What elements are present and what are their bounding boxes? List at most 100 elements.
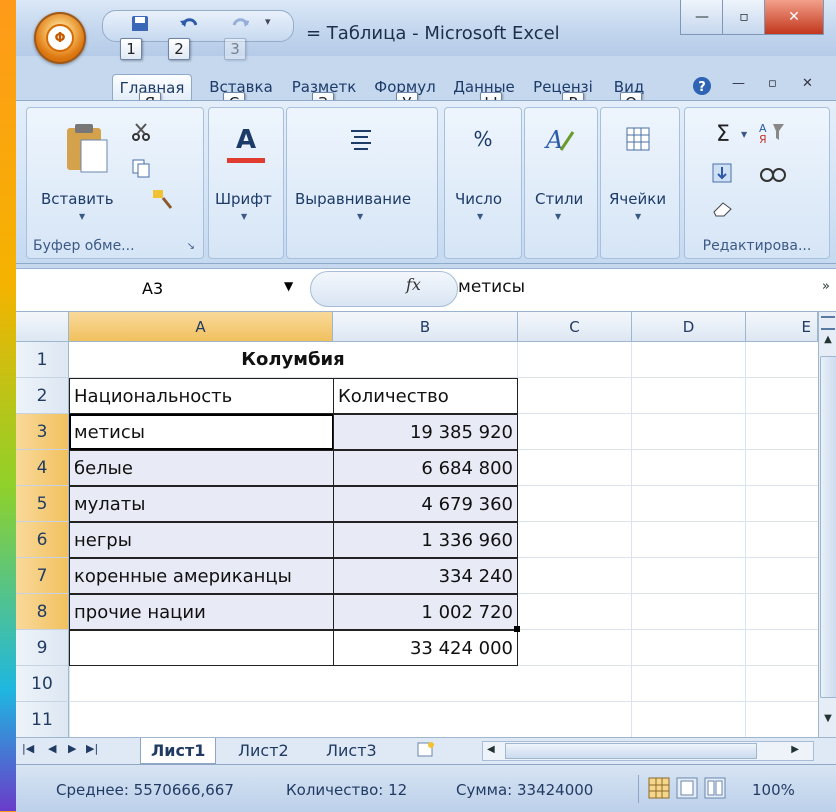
paste-dropdown-icon[interactable]: ▼ — [79, 212, 85, 221]
page-break-view-icon[interactable] — [704, 777, 726, 799]
name-box[interactable]: A3 ▼ — [24, 275, 304, 303]
cell-a2[interactable]: Национальность — [69, 378, 334, 414]
styles-dropdown-icon[interactable]: ▼ — [555, 212, 561, 221]
insert-function-icon[interactable]: fx — [406, 275, 421, 294]
sheet-tab-1[interactable]: Лист1 — [140, 738, 217, 764]
column-header-e[interactable]: E — [746, 312, 818, 342]
cell-a7[interactable]: коренные американцы — [69, 558, 334, 594]
cells-dropdown-icon[interactable]: ▼ — [635, 212, 641, 221]
next-sheet-icon[interactable]: ▶ — [68, 742, 76, 755]
cell-a6[interactable]: негры — [69, 522, 334, 558]
column-header-b[interactable]: B — [333, 312, 518, 342]
clear-icon[interactable] — [711, 200, 735, 218]
styles-label[interactable]: Стили — [535, 190, 583, 208]
cell-b4[interactable]: 6 684 800 — [333, 450, 518, 486]
scroll-up-icon[interactable]: ▲ — [819, 334, 836, 354]
undo-icon[interactable] — [179, 15, 197, 31]
row-header-3[interactable]: 3 — [16, 414, 69, 450]
cut-icon[interactable] — [131, 122, 151, 142]
font-label[interactable]: Шрифт — [215, 190, 272, 208]
row-header-6[interactable]: 6 — [16, 522, 69, 558]
percent-icon[interactable]: % — [463, 124, 503, 154]
find-select-icon[interactable] — [759, 162, 787, 184]
vertical-scrollbar[interactable]: ▲ ▼ — [818, 312, 836, 737]
row-header-4[interactable]: 4 — [16, 450, 69, 486]
insert-sheet-icon[interactable] — [416, 741, 436, 759]
office-button[interactable]: Φ — [34, 12, 86, 64]
cells-label[interactable]: Ячейки — [609, 190, 666, 208]
row-header-11[interactable]: 11 — [16, 702, 69, 737]
zoom-level[interactable]: 100% — [752, 781, 795, 799]
cell-a3[interactable]: метисы — [69, 414, 334, 450]
scroll-left-icon[interactable]: ◀ — [487, 744, 495, 755]
close-button[interactable]: ✕ — [764, 0, 824, 35]
row-header-9[interactable]: 9 — [16, 630, 69, 666]
font-dropdown-icon[interactable]: ▼ — [241, 212, 247, 221]
help-icon[interactable]: ? — [692, 76, 712, 96]
row-header-7[interactable]: 7 — [16, 558, 69, 594]
format-painter-icon[interactable] — [151, 188, 173, 210]
maximize-button[interactable]: ▫ — [722, 0, 766, 35]
sheet-tab-3[interactable]: Лист3 — [316, 738, 387, 763]
formula-input[interactable]: метисы — [458, 277, 525, 297]
number-label[interactable]: Число — [455, 190, 502, 208]
redo-icon[interactable] — [231, 15, 249, 31]
row-header-5[interactable]: 5 — [16, 486, 69, 522]
align-icon[interactable] — [349, 128, 373, 150]
cells-icon[interactable] — [625, 126, 651, 152]
alignment-dropdown-icon[interactable]: ▼ — [357, 212, 363, 221]
cell-a1-title[interactable]: Колумбия — [69, 342, 518, 378]
scroll-thumb[interactable] — [820, 356, 836, 698]
scroll-down-icon[interactable]: ▼ — [819, 713, 836, 733]
ribbon-close-icon[interactable]: ✕ — [802, 76, 813, 91]
page-layout-view-icon[interactable] — [676, 777, 698, 799]
cell-b8[interactable]: 1 002 720 — [333, 594, 518, 630]
cell-b9-total[interactable]: 33 424 000 — [333, 630, 518, 666]
sort-filter-icon[interactable]: AЯ — [759, 120, 785, 144]
horizontal-scrollbar[interactable]: ◀ ▶ — [482, 741, 814, 761]
paste-icon[interactable] — [63, 122, 109, 174]
cell-a8[interactable]: прочие нации — [69, 594, 334, 630]
autosum-dropdown-icon[interactable]: ▼ — [741, 130, 747, 139]
fill-handle[interactable] — [514, 626, 520, 632]
row-header-1[interactable]: 1 — [16, 342, 69, 378]
fill-icon[interactable] — [711, 162, 733, 184]
cell-b5[interactable]: 4 679 360 — [333, 486, 518, 522]
dialog-launcher-icon[interactable]: ↘ — [187, 241, 195, 252]
qat-customize-icon[interactable]: ▾ — [265, 15, 271, 28]
cell-a9[interactable] — [69, 630, 334, 666]
cell-b3[interactable]: 19 385 920 — [333, 414, 518, 450]
minimize-button[interactable]: — — [680, 0, 724, 35]
cell-a4[interactable]: белые — [69, 450, 334, 486]
cell-b2[interactable]: Количество — [333, 378, 518, 414]
copy-icon[interactable] — [131, 158, 151, 178]
name-box-dropdown-icon[interactable]: ▼ — [284, 279, 293, 293]
column-header-d[interactable]: D — [632, 312, 746, 342]
h-scroll-thumb[interactable] — [505, 743, 757, 759]
cell-b6[interactable]: 1 336 960 — [333, 522, 518, 558]
row-header-2[interactable]: 2 — [16, 378, 69, 414]
cell-b7[interactable]: 334 240 — [333, 558, 518, 594]
select-all-corner[interactable] — [16, 312, 69, 342]
normal-view-icon[interactable] — [648, 777, 670, 799]
ribbon-restore-icon[interactable]: ▫ — [768, 76, 777, 91]
paste-label[interactable]: Вставить — [41, 190, 114, 208]
alignment-label[interactable]: Выравнивание — [295, 190, 411, 208]
save-icon[interactable] — [131, 15, 149, 31]
number-dropdown-icon[interactable]: ▼ — [477, 212, 483, 221]
styles-icon[interactable]: A — [543, 124, 575, 154]
ribbon-minimize-icon[interactable]: — — [732, 76, 745, 91]
first-sheet-icon[interactable]: |◀ — [22, 742, 34, 755]
column-header-a[interactable]: A — [69, 312, 333, 342]
row-header-10[interactable]: 10 — [16, 666, 69, 702]
cell-a5[interactable]: мулаты — [69, 486, 334, 522]
expand-formula-icon[interactable]: » — [822, 279, 830, 294]
sheet-tab-2[interactable]: Лист2 — [228, 738, 299, 763]
last-sheet-icon[interactable]: ▶| — [86, 742, 98, 755]
split-box[interactable] — [821, 316, 835, 330]
scroll-right-icon[interactable]: ▶ — [791, 744, 799, 755]
prev-sheet-icon[interactable]: ◀ — [48, 742, 56, 755]
font-icon[interactable]: A — [227, 122, 265, 163]
autosum-icon[interactable]: Σ — [711, 120, 735, 148]
row-header-8[interactable]: 8 — [16, 594, 69, 630]
